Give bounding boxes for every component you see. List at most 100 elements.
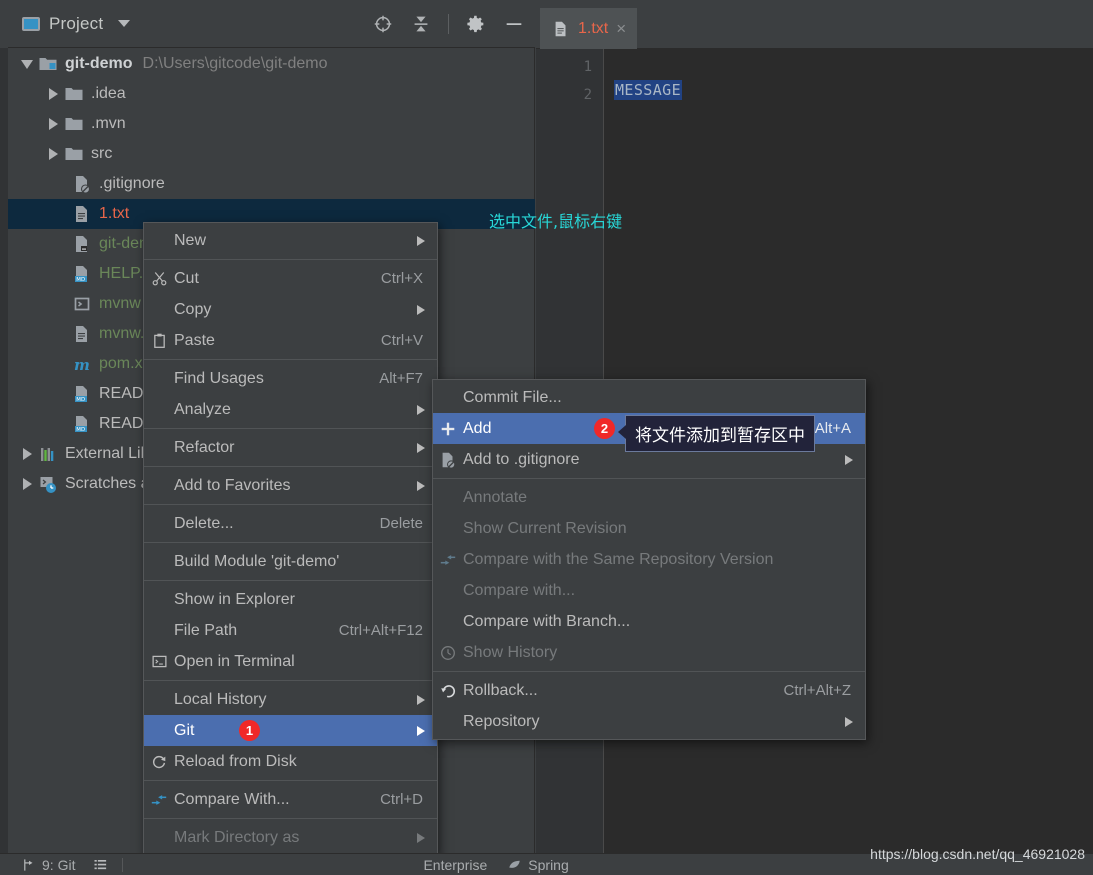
menu-item-git[interactable]: Git 1 (144, 715, 437, 746)
project-panel-header: Project (8, 0, 535, 48)
submenu-arrow-icon (845, 716, 853, 727)
status-git-tool-window[interactable]: 9: Git (22, 857, 75, 873)
menu-item-commit-file[interactable]: Commit File... (433, 382, 865, 413)
menu-item-file-path[interactable]: File Path Ctrl+Alt+F12 (144, 615, 437, 646)
chevron-right-icon[interactable] (22, 478, 32, 490)
menu-item-show-current-revision[interactable]: Show Current Revision (433, 513, 865, 544)
menu-separator (144, 428, 437, 429)
menu-separator (144, 359, 437, 360)
chevron-right-icon[interactable] (48, 148, 58, 160)
tree-path: D:\Users\gitcode\git-demo (142, 55, 328, 72)
menu-item-label: Commit File... (463, 388, 562, 406)
shell-file-icon (74, 297, 90, 311)
markdown-file-icon: MD (75, 386, 87, 403)
menu-item-local-history[interactable]: Local History (144, 684, 437, 715)
menu-item-rollback[interactable]: Rollback... Ctrl+Alt+Z (433, 675, 865, 706)
svg-text:MD: MD (76, 427, 85, 433)
tree-row-git-demo[interactable]: git-demo D:\Users\gitcode\git-demo (8, 49, 535, 79)
menu-item-compare-with[interactable]: Compare with... (433, 575, 865, 606)
tree-row-src[interactable]: src (8, 139, 535, 169)
menu-item-show-in-explorer[interactable]: Show in Explorer (144, 584, 437, 615)
chevron-right-icon[interactable] (48, 118, 58, 130)
collapse-all-icon[interactable] (410, 13, 432, 35)
scissors-icon (152, 272, 166, 286)
libraries-icon (41, 448, 54, 461)
file-context-menu[interactable]: New Cut Ctrl+X Copy Paste Ctrl+V Find Us… (143, 222, 438, 856)
tree-row-mvn[interactable]: .mvn (8, 109, 535, 139)
watermark-url: https://blog.csdn.net/qq_46921028 (870, 846, 1085, 862)
menu-item-delete[interactable]: Delete... Delete (144, 508, 437, 539)
tree-label: .idea (91, 85, 126, 102)
status-spring[interactable]: Spring (507, 856, 569, 873)
menu-item-compare-with[interactable]: Compare With... Ctrl+D (144, 784, 437, 815)
list-icon (94, 860, 107, 870)
menu-item-label: Compare With... (174, 790, 290, 808)
menu-item-find-usages[interactable]: Find Usages Alt+F7 (144, 363, 437, 394)
menu-item-refactor[interactable]: Refactor (144, 432, 437, 463)
menu-item-label: New (174, 231, 207, 249)
menu-item-show-history[interactable]: Show History (433, 637, 865, 668)
menu-separator (144, 504, 437, 505)
svg-text:m: m (74, 356, 90, 374)
menu-item-new[interactable]: New (144, 225, 437, 256)
menu-item-label: Show Current Revision (463, 519, 627, 537)
toolbar-divider (448, 14, 449, 34)
menu-item-add-to-favorites[interactable]: Add to Favorites (144, 470, 437, 501)
folder-icon (65, 118, 83, 130)
code-token-message: MESSAGE (614, 80, 683, 100)
step-badge-2: 2 (594, 418, 615, 439)
tree-row-idea[interactable]: .idea (8, 79, 535, 109)
menu-item-reload-from-disk[interactable]: Reload from Disk (144, 746, 437, 777)
menu-separator (433, 478, 865, 479)
plus-icon (441, 422, 455, 435)
menu-item-compare-same-repo-version[interactable]: Compare with the Same Repository Version (433, 544, 865, 575)
menu-item-label: Compare with the Same Repository Version (463, 550, 774, 568)
status-enterprise[interactable]: Enterprise (423, 857, 487, 873)
menu-separator (144, 780, 437, 781)
menu-item-label: Analyze (174, 400, 231, 418)
menu-separator (144, 542, 437, 543)
editor-tab-label: 1.txt (578, 19, 609, 37)
locate-target-icon[interactable] (372, 13, 394, 35)
menu-item-open-in-terminal[interactable]: Open in Terminal (144, 646, 437, 677)
menu-item-repository[interactable]: Repository (433, 706, 865, 737)
left-rail-top-cap (0, 0, 8, 48)
menu-item-annotate[interactable]: Annotate (433, 482, 865, 513)
menu-item-label: Add to Favorites (174, 476, 291, 494)
status-divider (122, 857, 124, 872)
code-line-2[interactable]: MESSAGE (614, 80, 683, 100)
close-icon[interactable]: × (616, 20, 626, 37)
menu-item-build-module[interactable]: Build Module 'git-demo' (144, 546, 437, 577)
submenu-arrow-icon (417, 694, 425, 705)
chevron-down-icon[interactable] (118, 20, 131, 27)
module-folder-icon (39, 58, 57, 70)
submenu-arrow-icon (417, 235, 425, 246)
submenu-arrow-icon (417, 404, 425, 415)
status-todo-button[interactable] (93, 857, 108, 872)
text-file-icon (555, 21, 566, 36)
chevron-down-icon[interactable] (21, 59, 33, 69)
gitignore-file-icon (76, 176, 91, 194)
gear-icon[interactable] (465, 13, 487, 35)
clock-icon (441, 645, 455, 660)
tree-row-gitignore[interactable]: .gitignore (8, 169, 535, 199)
menu-item-analyze[interactable]: Analyze (144, 394, 437, 425)
menu-item-label: Paste (174, 331, 215, 349)
left-tool-rail (0, 0, 8, 853)
tooltip-add-description: 将文件添加到暂存区中 (625, 415, 815, 452)
line-number: 1 (583, 59, 592, 75)
chevron-right-icon[interactable] (22, 448, 32, 460)
chevron-right-icon[interactable] (48, 88, 58, 100)
menu-item-copy[interactable]: Copy (144, 294, 437, 325)
menu-item-cut[interactable]: Cut Ctrl+X (144, 263, 437, 294)
editor-tab-1txt[interactable]: 1.txt × (540, 8, 638, 49)
menu-item-compare-with-branch[interactable]: Compare with Branch... (433, 606, 865, 637)
menu-item-mark-directory-as[interactable]: Mark Directory as (144, 822, 437, 853)
menu-item-paste[interactable]: Paste Ctrl+V (144, 325, 437, 356)
menu-item-accelerator: Ctrl+D (380, 791, 423, 808)
menu-separator (144, 680, 437, 681)
minimize-icon[interactable] (503, 13, 525, 35)
gitignore-file-icon (442, 452, 456, 469)
tree-label: mvnw (99, 295, 141, 312)
status-spring-label: Spring (528, 856, 569, 873)
